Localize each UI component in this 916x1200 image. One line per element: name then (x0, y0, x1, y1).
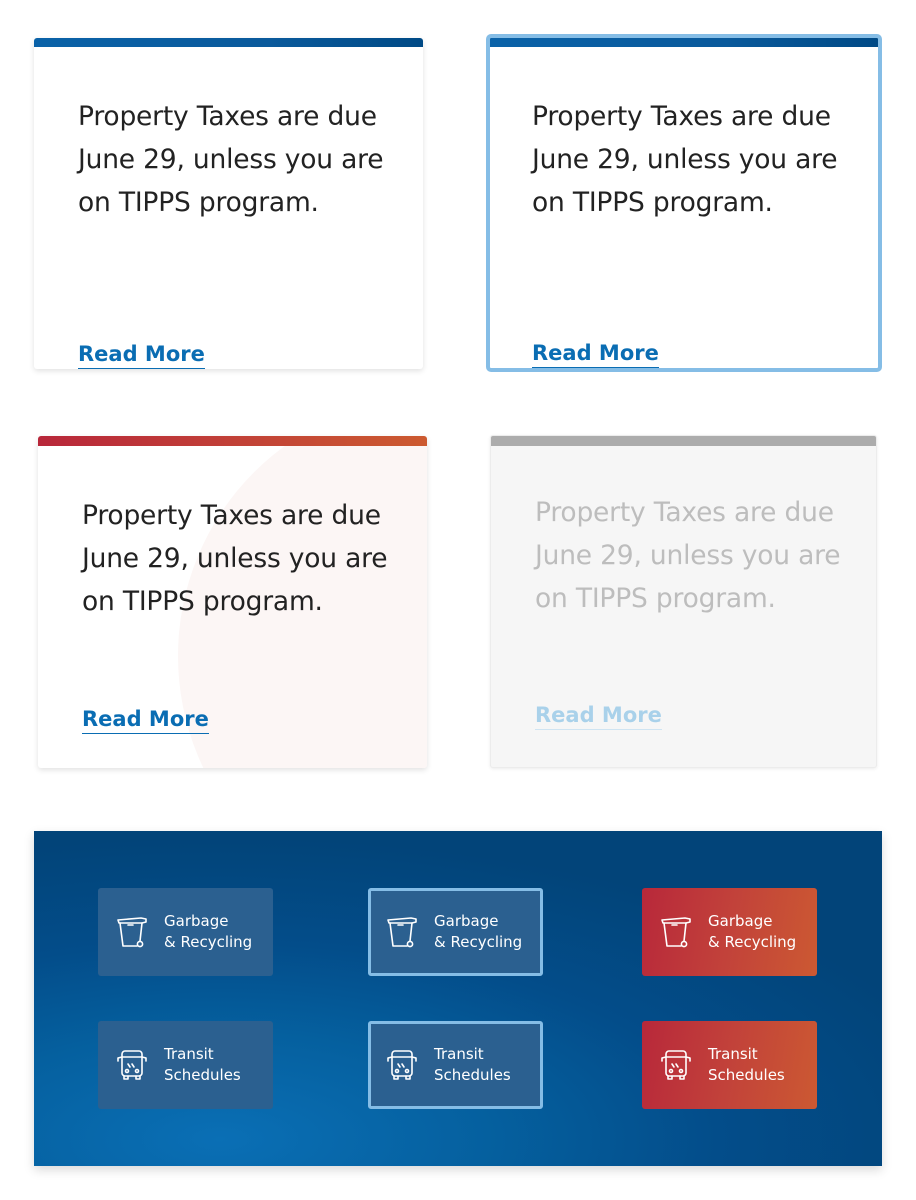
read-more-link-disabled: Read More (535, 702, 662, 730)
garbage-bin-icon (383, 913, 421, 951)
bus-icon (657, 1046, 695, 1084)
garbage-bin-icon (657, 913, 695, 951)
card-accent-bar (491, 436, 876, 446)
news-card-disabled: Property Taxes are due June 29, unless y… (490, 435, 877, 768)
read-more-link[interactable]: Read More (78, 341, 205, 369)
card-accent-bar (38, 436, 427, 446)
card-text: Property Taxes are due June 29, unless y… (532, 101, 838, 218)
transit-schedules-tile-hover[interactable]: Transit Schedules (642, 1021, 817, 1109)
tile-label: Transit Schedules (434, 1045, 511, 1084)
news-card-focus[interactable]: Property Taxes are due June 29, unless y… (486, 34, 882, 372)
tile-label: Garbage & Recycling (708, 912, 797, 951)
read-more-link[interactable]: Read More (82, 706, 209, 734)
tile-label: Transit Schedules (708, 1045, 785, 1084)
tile-label: Garbage & Recycling (434, 912, 523, 951)
news-card-hover[interactable]: Property Taxes are due June 29, unless y… (38, 436, 427, 768)
tile-label: Transit Schedules (164, 1045, 241, 1084)
bus-icon (383, 1046, 421, 1084)
transit-schedules-tile-focused[interactable]: Transit Schedules (368, 1021, 543, 1109)
read-more-link[interactable]: Read More (532, 340, 659, 368)
card-accent-bar (490, 38, 878, 47)
card-text: Property Taxes are due June 29, unless y… (78, 101, 384, 218)
garbage-recycling-tile-hover[interactable]: Garbage & Recycling (642, 888, 817, 976)
card-text: Property Taxes are due June 29, unless y… (535, 497, 841, 614)
bus-icon (113, 1046, 151, 1084)
transit-schedules-tile[interactable]: Transit Schedules (98, 1021, 273, 1109)
garbage-recycling-tile[interactable]: Garbage & Recycling (98, 888, 273, 976)
card-accent-bar (34, 38, 423, 47)
news-card-default[interactable]: Property Taxes are due June 29, unless y… (34, 38, 423, 369)
tile-label: Garbage & Recycling (164, 912, 253, 951)
quick-links-panel: Garbage & Recycling Garbage & Recycling (34, 831, 882, 1166)
garbage-recycling-tile-focused[interactable]: Garbage & Recycling (368, 888, 543, 976)
card-text: Property Taxes are due June 29, unless y… (82, 500, 388, 617)
garbage-bin-icon (113, 913, 151, 951)
